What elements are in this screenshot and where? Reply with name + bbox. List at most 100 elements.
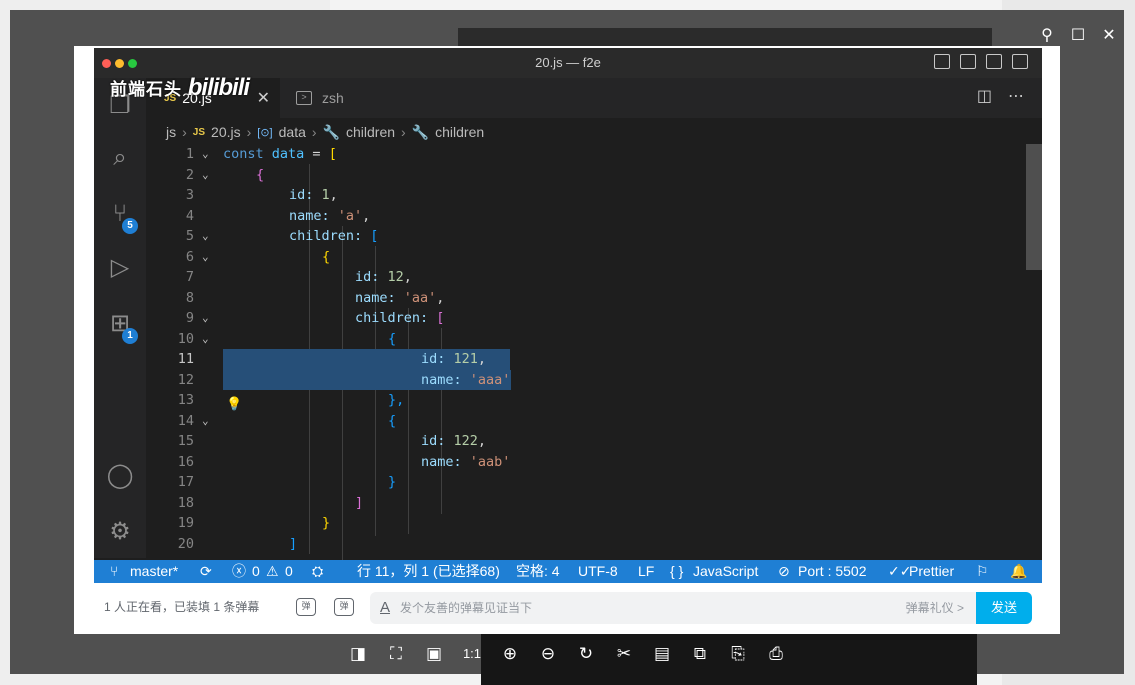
branch-name[interactable]: master* [130, 560, 178, 583]
fold-chevron-icon[interactable]: ⌄ [202, 144, 209, 165]
toggle-secondary-sidebar-icon[interactable] [986, 54, 1002, 69]
code-line[interactable]: 7 id: 12, [146, 267, 1026, 288]
code-line[interactable]: 10 ⌄ { [146, 329, 1026, 350]
activity-bar: ❐ ⌕ ⑂ 5 ▷ ⊞ 1 ◯ ⚙ [94, 78, 146, 558]
send-button[interactable]: 发送 [976, 592, 1032, 624]
code-line[interactable]: 20] [146, 534, 1026, 555]
breadcrumb: js › JS 20.js › [⊙] data › 🔧 children › … [166, 123, 485, 141]
fold-chevron-icon[interactable]: ⌄ [202, 411, 209, 432]
code-line[interactable]: 2 ⌄ { [146, 165, 1026, 186]
danmaku-settings-icon[interactable]: 弹 [334, 598, 354, 616]
toggle-sidebar-icon[interactable] [934, 54, 950, 69]
run-debug-icon[interactable]: ▷ [106, 254, 134, 282]
sync-icon[interactable]: ⟳ [200, 560, 212, 583]
account-icon[interactable]: ◯ [106, 462, 134, 490]
crop-icon[interactable]: ✂ [612, 642, 636, 666]
code-text: }, [388, 392, 405, 408]
code-text: } [322, 515, 331, 531]
code-editor[interactable]: 1 ⌄ const data = [2 ⌄ {3 id: 1, 4 name: 'a', 5 ⌄ c… [146, 144, 1026, 576]
breadcrumb-item[interactable]: 20.js [211, 124, 241, 140]
line-number: 13 [177, 392, 194, 408]
line-number: 5 [185, 228, 194, 244]
breadcrumb-item[interactable]: js [166, 124, 176, 140]
split-editor-icon[interactable]: ◫ [977, 86, 992, 106]
rotate-icon[interactable]: ↻ [574, 642, 598, 666]
code-line[interactable]: 17} [146, 472, 1026, 493]
copy-image-icon[interactable]: ⧉ [688, 642, 712, 666]
feedback-icon[interactable]: ⚐ [976, 560, 989, 583]
actual-size-button[interactable]: 1:1 [460, 642, 484, 666]
fold-chevron-icon[interactable]: ⌄ [202, 165, 209, 186]
code-line[interactable]: 19} [146, 513, 1026, 534]
print-icon[interactable]: ⎙ [764, 642, 788, 666]
tab-zsh[interactable]: > zsh [280, 78, 406, 118]
code-line[interactable]: 12 name: 'aaa' [146, 370, 1026, 391]
breadcrumb-item[interactable]: children [346, 124, 395, 140]
error-count[interactable]: 0 [252, 560, 260, 583]
danmaku-toggle-icon[interactable]: 弹 [296, 598, 316, 616]
danmaku-input[interactable]: A 发个友善的弹幕见证当下 弹幕礼仪 > [370, 592, 976, 624]
fold-chevron-icon[interactable]: ⌄ [202, 329, 209, 350]
settings-gear-icon[interactable]: ⚙ [106, 518, 134, 546]
extensions-badge: 1 [122, 328, 138, 344]
maximize-icon[interactable]: ☐ [1067, 24, 1089, 46]
code-line[interactable]: 6 ⌄ { [146, 247, 1026, 268]
code-line[interactable]: 13}, [146, 390, 1026, 411]
search-icon[interactable]: ⌕ [106, 144, 134, 172]
wrench-icon: 🔧 [411, 123, 430, 140]
close-icon[interactable]: ✕ [1098, 24, 1120, 46]
indentation[interactable]: 空格: 4 [516, 560, 560, 583]
more-actions-icon[interactable]: ⋯ [1008, 86, 1024, 106]
status-bar: ⑂ master* ⟳ ⓧ 0 ⚠ 0 ⛭ 行 11，列 1 (已选择68) 空… [94, 560, 1042, 583]
live-server-port[interactable]: Port : 5502 [798, 560, 867, 583]
end-of-line[interactable]: LF [638, 560, 654, 583]
check-icon: ✓✓ [888, 563, 912, 579]
lightbulb-icon[interactable]: 💡 [226, 397, 242, 412]
notifications-bell-icon[interactable]: 🔔 [1010, 560, 1027, 583]
zoom-out-icon[interactable]: ⊖ [536, 642, 560, 666]
cursor-position[interactable]: 行 11，列 1 (已选择68) [357, 560, 500, 583]
zoom-in-icon[interactable]: ⊕ [498, 642, 522, 666]
font-style-icon[interactable]: A [380, 592, 390, 624]
code-line[interactable]: 11 id: 121, [146, 349, 1026, 370]
line-number: 11 [177, 351, 194, 367]
code-text: id: 12, [355, 269, 412, 285]
line-number: 8 [185, 289, 194, 306]
fold-chevron-icon[interactable]: ⌄ [202, 226, 209, 247]
pin-icon[interactable]: ⚲ [1036, 24, 1058, 46]
fold-chevron-icon[interactable]: ⌄ [202, 308, 209, 329]
code-line[interactable]: 14 ⌄ { [146, 411, 1026, 432]
code-text: name: 'aa', [355, 289, 445, 306]
code-line[interactable]: 16 name: 'aab' [146, 452, 1026, 473]
customize-layout-icon[interactable] [1012, 54, 1028, 69]
line-number: 1 [185, 146, 194, 162]
js-file-icon: JS [192, 126, 206, 138]
code-line[interactable]: 3 id: 1, [146, 185, 1026, 206]
code-line[interactable]: 9 ⌄ children: [ [146, 308, 1026, 329]
code-line[interactable]: 18] [146, 493, 1026, 514]
debug-icon[interactable]: ⛭ [312, 560, 323, 583]
breadcrumb-item[interactable]: children [435, 124, 484, 140]
breadcrumb-item[interactable]: data [279, 124, 306, 140]
fold-chevron-icon[interactable]: ⌄ [202, 247, 209, 268]
language-mode[interactable]: JavaScript [693, 560, 758, 583]
code-text: { [256, 166, 265, 183]
image-edit-icon[interactable]: ▣ [422, 642, 446, 666]
toggle-panel-icon[interactable] [960, 54, 976, 69]
sidebar-toggle-icon[interactable]: ◨ [346, 642, 370, 666]
code-line[interactable]: 4 name: 'a', [146, 206, 1026, 227]
encoding[interactable]: UTF-8 [578, 560, 618, 583]
code-line[interactable]: 8 name: 'aa', [146, 288, 1026, 309]
code-line[interactable]: 15 id: 122, [146, 431, 1026, 452]
danmaku-etiquette-link[interactable]: 弹幕礼仪 > [906, 592, 964, 624]
save-icon[interactable]: ⎘ [726, 642, 750, 666]
scrollbar-thumb[interactable] [1026, 144, 1042, 270]
ocr-icon[interactable]: ⛶ [384, 642, 408, 666]
code-line[interactable]: 1 ⌄ const data = [ [146, 144, 1026, 165]
formatter[interactable]: Prettier [909, 560, 954, 583]
warning-count[interactable]: 0 [285, 560, 293, 583]
line-number: 12 [177, 371, 194, 388]
copy-text-icon[interactable]: ▤ [650, 642, 674, 666]
code-line[interactable]: 5 ⌄ children: [ [146, 226, 1026, 247]
tab-close-icon[interactable]: ✕ [257, 88, 270, 108]
